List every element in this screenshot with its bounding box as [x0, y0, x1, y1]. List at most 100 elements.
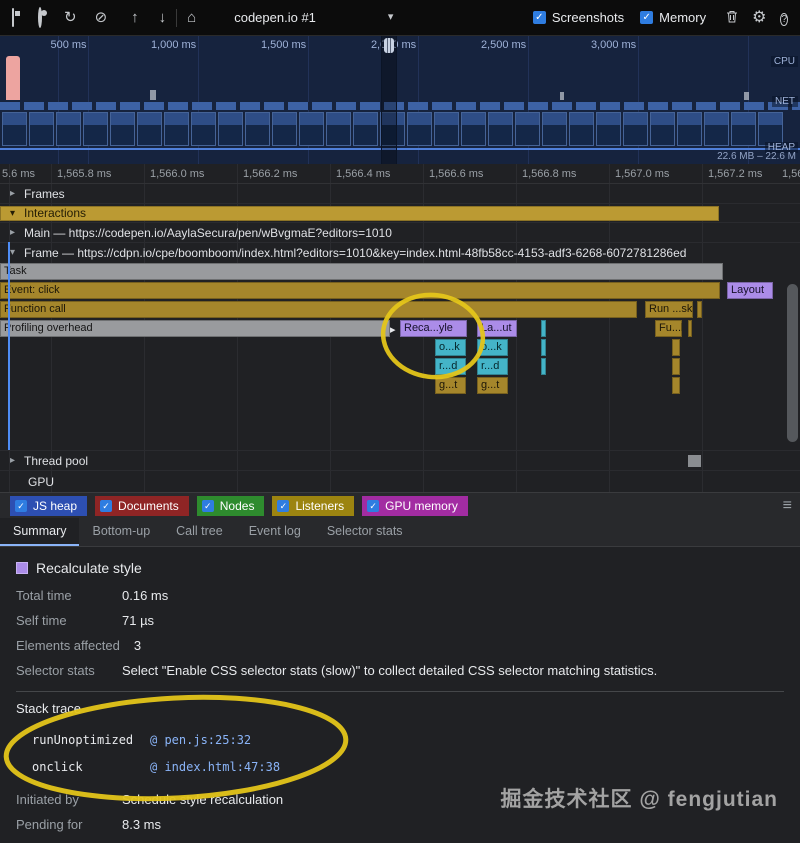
load-profile-icon[interactable]: ↑ [131, 10, 139, 25]
screenshot-thumbnail[interactable] [110, 112, 135, 146]
screenshot-thumbnail[interactable] [677, 112, 702, 146]
screenshot-thumbnail[interactable] [569, 112, 594, 146]
memory-label: Memory [659, 10, 707, 25]
flame-bar[interactable]: o...k [435, 339, 466, 356]
flame-bar[interactable]: o...k [477, 339, 508, 356]
track-gpu[interactable]: GPU [0, 470, 800, 492]
flame-bar[interactable]: Fu...l [655, 320, 682, 337]
screenshot-thumbnail[interactable] [2, 112, 27, 146]
timeline-overview[interactable]: 500 ms1,000 ms1,500 ms2,000 ms2,500 ms3,… [0, 36, 800, 164]
save-profile-icon[interactable]: ↓ [159, 10, 167, 25]
track-frames[interactable]: ▸ Frames [0, 184, 800, 203]
flame-sliver[interactable] [672, 339, 680, 356]
screenshot-thumbnail[interactable] [515, 112, 540, 146]
gear-icon[interactable]: ⚙ [752, 9, 766, 26]
screenshot-thumbnail[interactable] [731, 112, 756, 146]
tab-call-tree[interactable]: Call tree [163, 518, 236, 546]
trash-icon[interactable] [726, 10, 738, 26]
flame-sliver[interactable] [688, 320, 692, 337]
flame-sliver[interactable] [697, 301, 702, 318]
tab-summary[interactable]: Summary [0, 518, 80, 546]
track-main[interactable]: ▸ Main — https://codepen.io/AaylaSecura/… [0, 222, 800, 242]
screenshot-thumbnail[interactable] [272, 112, 297, 146]
screenshot-thumbnail[interactable] [56, 112, 81, 146]
track-interactions[interactable]: ▾ Interactions [0, 203, 800, 222]
screenshot-thumbnail[interactable] [191, 112, 216, 146]
screenshot-thumbnail[interactable] [650, 112, 675, 146]
flame-chart[interactable]: ▸ Task Event: click Layout Function call Run… [0, 262, 800, 450]
scrollbar[interactable] [787, 282, 798, 444]
devtools-performance-panel: ↻ ⊘ ↑ ↓ ⌂ codepen.io #1 ▾ ✓ Screenshots … [0, 0, 800, 843]
screenshots-checkbox[interactable]: ✓ Screenshots [532, 10, 624, 25]
interactions-bar[interactable] [0, 206, 719, 221]
clear-icon[interactable]: ⊘ [95, 10, 108, 25]
legend-item-js-heap[interactable]: ✓ JS heap [10, 495, 88, 516]
initiator-arrow-icon: ▸ [390, 324, 396, 336]
screenshot-thumbnail[interactable] [461, 112, 486, 146]
screenshot-thumbnail[interactable] [407, 112, 432, 146]
screenshot-thumbnail[interactable] [758, 112, 783, 146]
flame-sliver[interactable] [541, 339, 546, 356]
cpu-label: CPU [770, 56, 798, 67]
screenshot-thumbnail[interactable] [299, 112, 324, 146]
stack-frame-location-link[interactable]: @ pen.js:25:32 [150, 727, 251, 754]
screenshot-thumbnail[interactable] [488, 112, 513, 146]
screenshot-thumbnail[interactable] [29, 112, 54, 146]
tab-bottom-up[interactable]: Bottom-up [79, 518, 163, 546]
selection-handle[interactable] [384, 38, 394, 53]
flame-bar[interactable]: Run ...sks [645, 301, 693, 318]
flame-bar[interactable]: Profiling overhead [0, 320, 390, 337]
flame-sliver[interactable] [541, 358, 546, 375]
flame-bar[interactable]: Function call [0, 301, 637, 318]
flame-bar[interactable]: Layout [727, 282, 773, 299]
screenshot-thumbnail[interactable] [596, 112, 621, 146]
screenshot-thumbnail[interactable] [353, 112, 378, 146]
stack-frame-function: runUnoptimized [32, 733, 134, 747]
legend-item-documents[interactable]: ✓ Documents [95, 495, 189, 516]
memory-checkbox[interactable]: ✓ Memory [640, 10, 706, 25]
flame-sliver[interactable] [541, 320, 546, 337]
help-icon[interactable]: ? [780, 10, 788, 26]
track-frame[interactable]: ▾ Frame — https://cdpn.io/cpe/boomboom/i… [0, 242, 800, 262]
screenshot-thumbnail[interactable] [542, 112, 567, 146]
page-selector[interactable]: codepen.io #1 [234, 10, 316, 25]
legend-item-nodes[interactable]: ✓ Nodes [196, 495, 265, 516]
flame-bar[interactable]: La...ut [477, 320, 517, 337]
screenshot-thumbnail[interactable] [137, 112, 162, 146]
inspect-icon[interactable] [12, 8, 14, 27]
tab-selector-stats[interactable]: Selector stats [314, 518, 416, 546]
flame-bar[interactable]: g...t [477, 377, 508, 394]
menu-icon[interactable]: ≡ [783, 497, 792, 515]
legend-item-listeners[interactable]: ✓ Listeners [272, 495, 355, 516]
flame-bar[interactable]: Reca...yle [400, 320, 467, 337]
flame-bar[interactable]: Task [0, 263, 723, 280]
screenshot-thumbnail[interactable] [164, 112, 189, 146]
record-icon[interactable] [38, 7, 42, 28]
flame-bar[interactable]: r...d [477, 358, 508, 375]
legend-item-gpu-memory[interactable]: ✓ GPU memory [362, 495, 468, 516]
screenshot-thumbnail[interactable] [218, 112, 243, 146]
screenshot-thumbnail[interactable] [434, 112, 459, 146]
tab-event-log[interactable]: Event log [236, 518, 314, 546]
checkbox-checked-icon: ✓ [277, 499, 290, 512]
screenshot-thumbnail[interactable] [245, 112, 270, 146]
summary-row-value: 71 µs [122, 613, 155, 628]
flame-sliver[interactable] [672, 358, 680, 375]
flame-bar[interactable]: Event: click [0, 282, 720, 299]
chevron-down-icon[interactable]: ▾ [388, 12, 394, 23]
track-thread-pool[interactable]: ▸ Thread pool [0, 450, 800, 470]
screenshot-thumbnail[interactable] [623, 112, 648, 146]
flame-sliver[interactable] [672, 377, 680, 394]
flame-bar[interactable]: r...d [435, 358, 466, 375]
scrollbar-thumb[interactable] [787, 284, 798, 442]
screenshot-thumbnail[interactable] [83, 112, 108, 146]
summary-row-value: Schedule style recalculation [122, 792, 284, 807]
reload-record-icon[interactable]: ↻ [64, 10, 77, 25]
flame-bar[interactable]: g...t [435, 377, 466, 394]
thread-pool-task-chip[interactable] [688, 455, 701, 467]
home-icon[interactable]: ⌂ [187, 10, 196, 25]
selection-window[interactable] [381, 36, 397, 164]
stack-frame-location-link[interactable]: @ index.html:47:38 [150, 754, 280, 781]
screenshot-thumbnail[interactable] [704, 112, 729, 146]
screenshot-thumbnail[interactable] [326, 112, 351, 146]
